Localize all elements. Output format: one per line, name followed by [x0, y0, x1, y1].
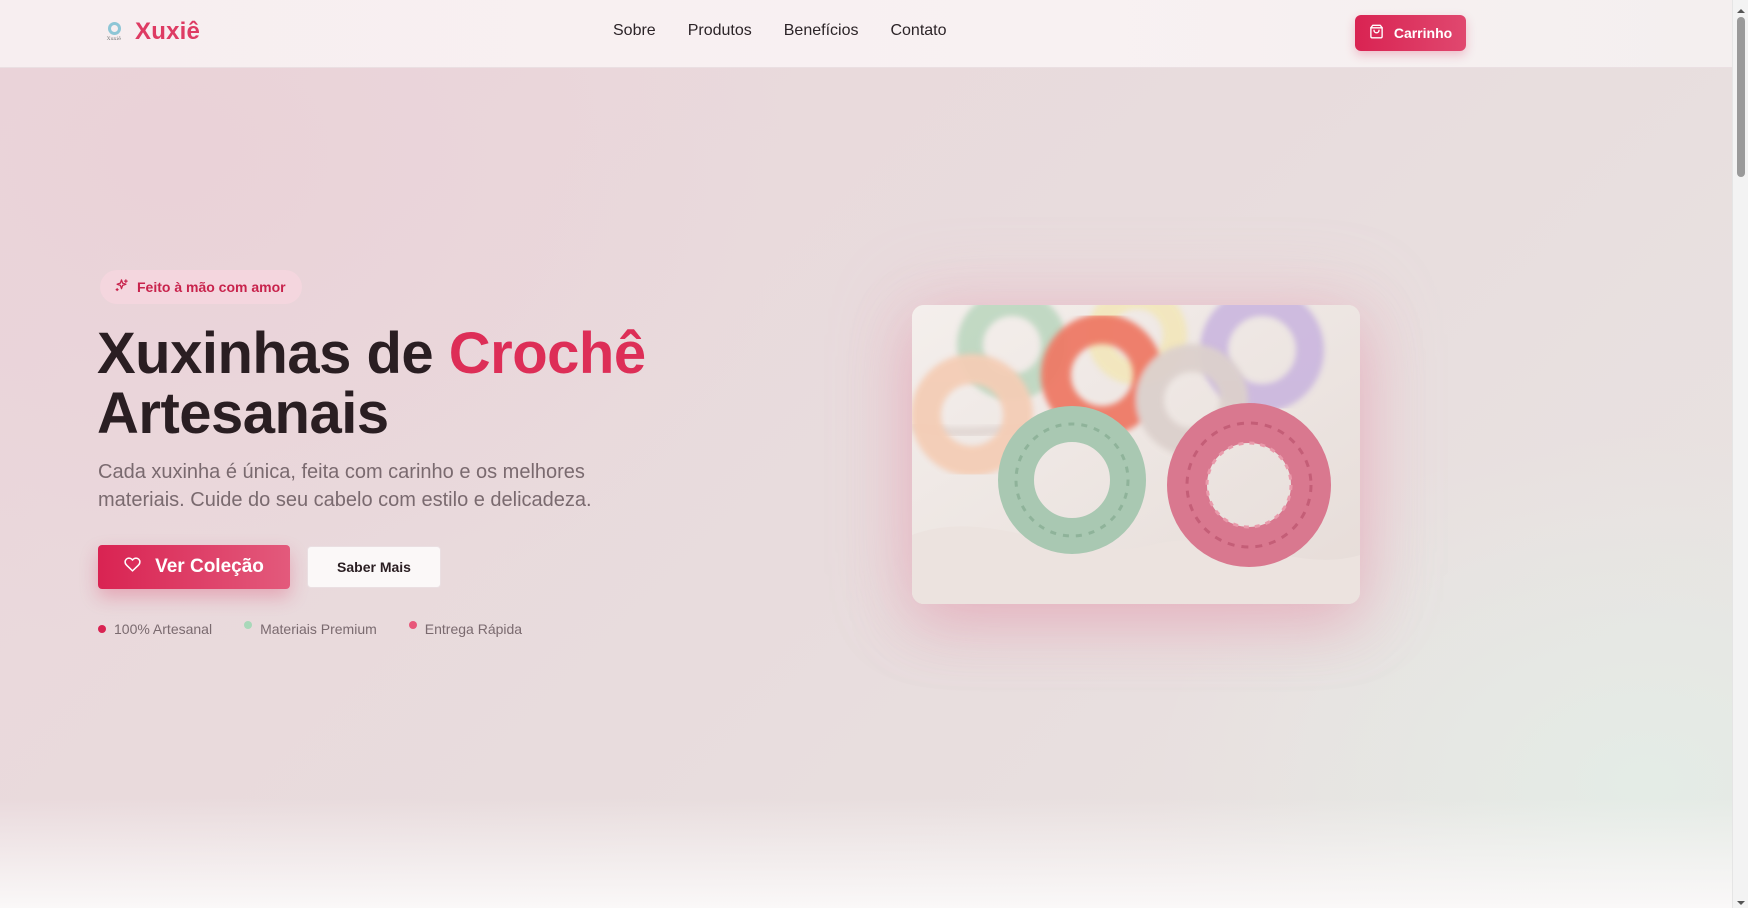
badge-label: Feito à mão com amor	[137, 279, 286, 295]
nav-link-contato[interactable]: Contato	[890, 22, 946, 40]
feature-label: Entrega Rápida	[424, 621, 523, 637]
heart-icon	[124, 556, 141, 579]
nav-link-beneficios[interactable]: Benefícios	[784, 22, 859, 40]
feature-label: Materiais Premium	[260, 621, 377, 637]
scrunchies-illustration	[912, 305, 1360, 604]
cart-button[interactable]: Carrinho	[1355, 15, 1466, 51]
nav-link-sobre[interactable]: Sobre	[613, 22, 656, 40]
hero-bottom-fade	[0, 798, 1732, 908]
learn-more-button[interactable]: Saber Mais	[307, 546, 441, 588]
logo-mark-icon: Xuxiê	[101, 19, 127, 45]
feature-dot	[98, 625, 106, 633]
view-collection-button[interactable]: Ver Coleção	[98, 545, 290, 589]
feature-item: 100% Artesanal	[98, 621, 212, 637]
cart-label: Carrinho	[1393, 25, 1453, 41]
view-collection-label: Ver Coleção	[155, 556, 264, 577]
scroll-thumb[interactable]	[1737, 17, 1745, 177]
hero-title-part2: Artesanais	[97, 381, 389, 446]
logo[interactable]: Xuxiê Xuxiê	[101, 18, 200, 46]
nav-link-produtos[interactable]: Produtos	[688, 22, 752, 40]
hero-subtitle: Cada xuxinha é única, feita com carinho …	[98, 461, 592, 511]
site-header: Xuxiê Xuxiê Sobre Produtos Benefícios Co…	[0, 0, 1732, 68]
hero-title-part1: Xuxinhas de	[97, 321, 449, 386]
feature-label: 100% Artesanal	[114, 621, 213, 637]
hero-title: Xuxinhas de Crochê Artesanais	[97, 324, 797, 444]
main-nav: Sobre Produtos Benefícios Contato	[613, 22, 947, 40]
feature-item: Entrega Rápida	[408, 621, 523, 637]
scroll-up-arrow-icon[interactable]	[1736, 3, 1746, 13]
handmade-badge: Feito à mão com amor	[100, 270, 302, 304]
scrollbar[interactable]	[1732, 0, 1748, 908]
page: Xuxiê Xuxiê Sobre Produtos Benefícios Co…	[0, 0, 1732, 908]
sparkles-icon	[114, 278, 129, 296]
feature-item: Materiais Premium	[244, 621, 377, 637]
scroll-down-arrow-icon[interactable]	[1736, 895, 1746, 905]
feature-dot	[408, 621, 417, 629]
feature-list: 100% Artesanal Materiais Premium Entrega…	[98, 621, 522, 637]
shopping-bag-icon	[1369, 24, 1384, 42]
hero-title-accent: Crochê	[448, 321, 646, 386]
hero-product-image	[912, 305, 1360, 604]
feature-dot	[244, 621, 253, 629]
brand-name: Xuxiê	[135, 18, 201, 45]
